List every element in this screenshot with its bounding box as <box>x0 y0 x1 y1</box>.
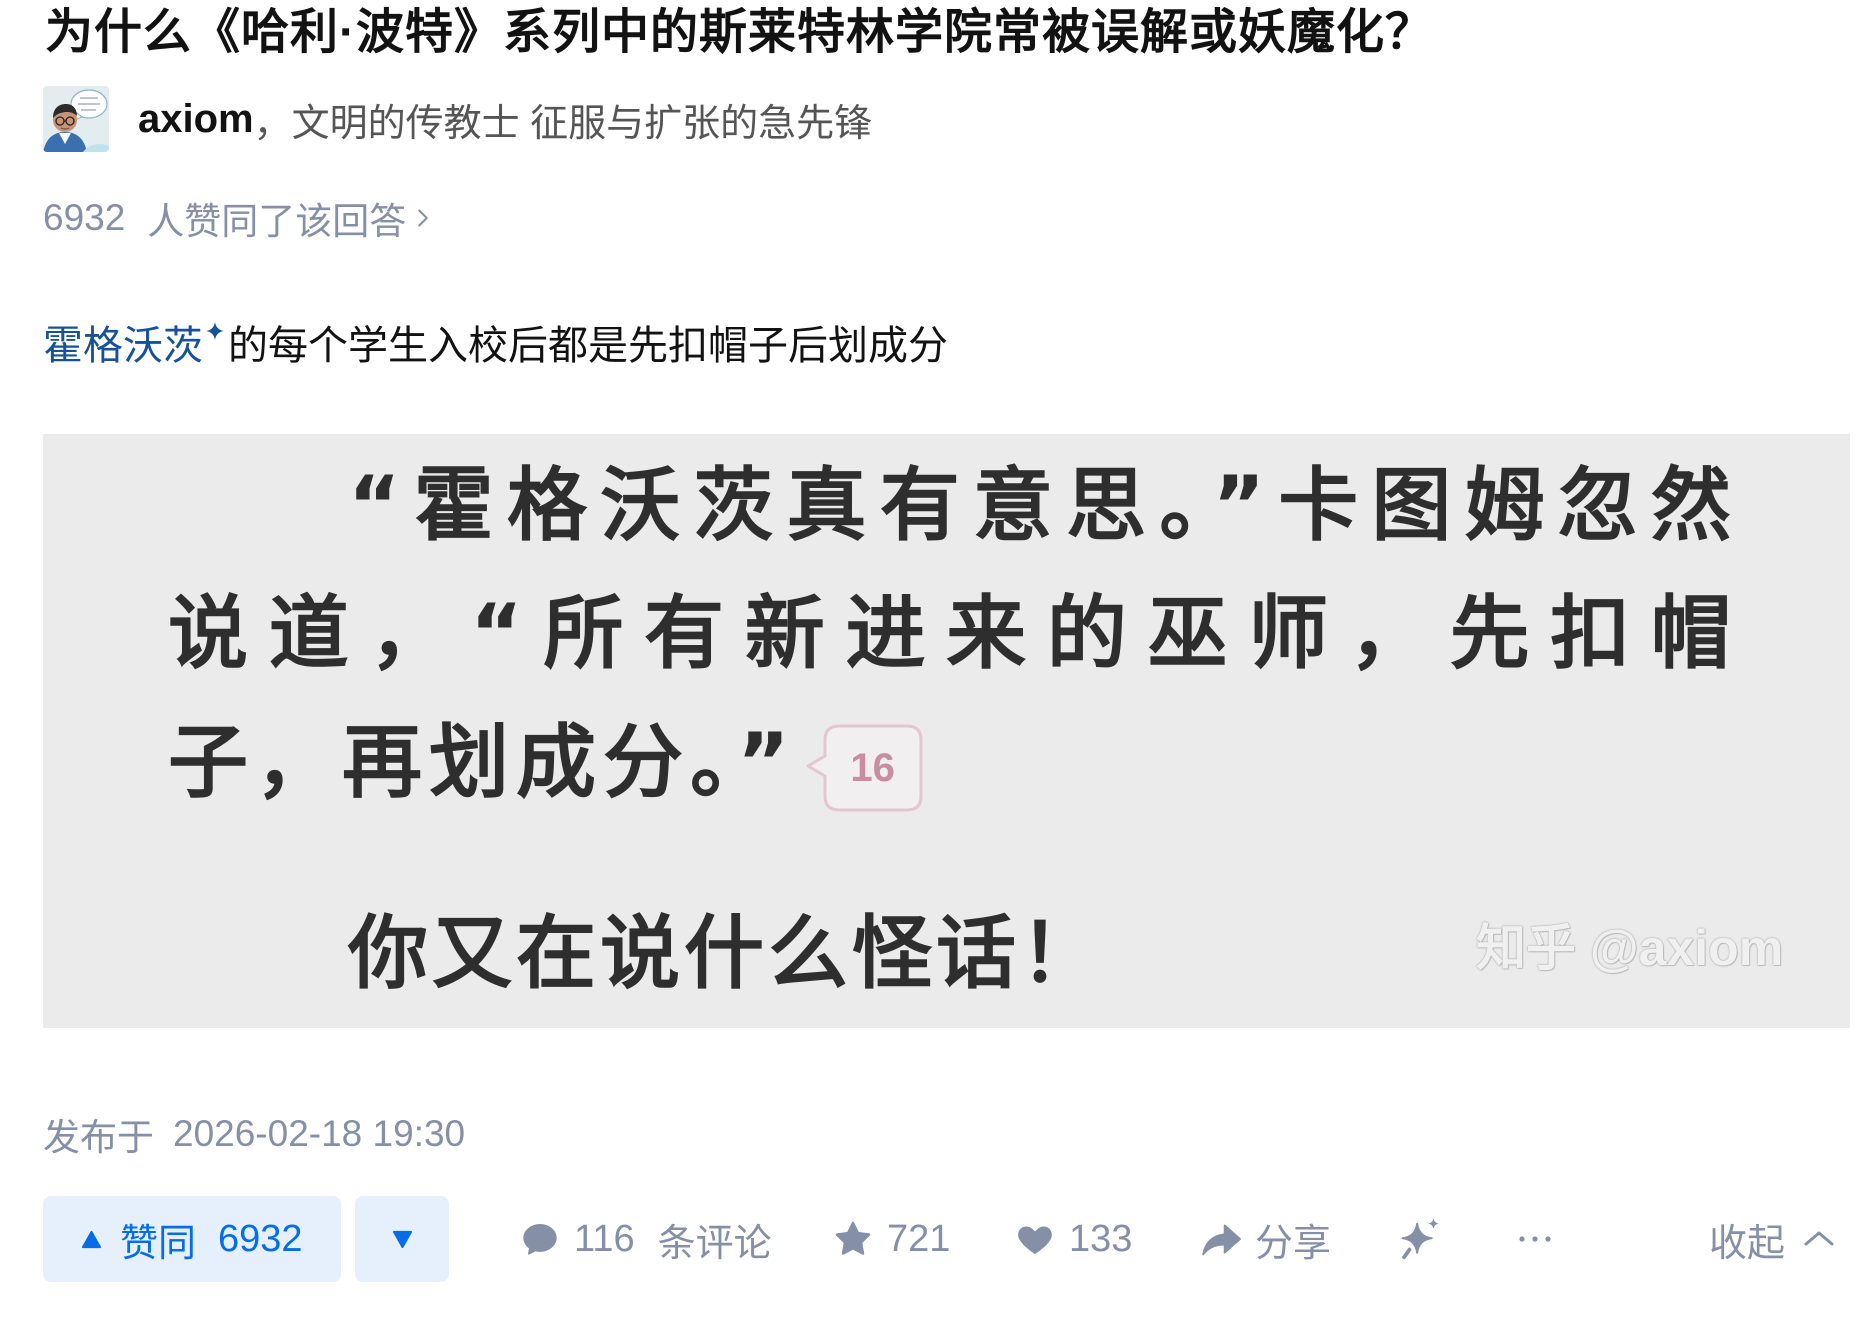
image-text-line-3-wrap: 子，再划成分。” 16 <box>168 713 925 813</box>
author-headline-separator: ， <box>253 102 292 145</box>
star-icon <box>835 1221 871 1255</box>
vote-up-label: 赞同 <box>120 1222 197 1265</box>
image-reply-line: 你又在说什么怪话！ <box>348 907 1104 1000</box>
sparkle-icon <box>206 322 224 340</box>
hogwarts-link[interactable]: 霍格沃茨 <box>43 313 203 371</box>
ai-assistant-button[interactable] <box>1398 1196 1444 1282</box>
more-button[interactable] <box>1518 1196 1552 1282</box>
publish-datetime: 2026-02-18 19:30 <box>173 1113 466 1154</box>
comments-button[interactable]: 116 条评论 <box>520 1196 772 1282</box>
answer-image[interactable]: “霍格沃茨真有意思。”卡图姆忽然 说道，“所有新进来的巫师，先扣帽 子，再划成分… <box>43 434 1850 1028</box>
author-text: axiom，文明的传教士 征服与扩张的急先锋 <box>138 86 872 152</box>
publish-label: 发布于 <box>43 1117 154 1158</box>
comments-label: 条评论 <box>657 1222 772 1265</box>
triangle-down-icon <box>392 1230 412 1248</box>
collapse-button[interactable]: 收起 <box>1709 1196 1836 1282</box>
share-button[interactable]: 分享 <box>1198 1196 1331 1282</box>
vote-up-count: 6932 <box>218 1217 303 1260</box>
author-info: axiom，文明的传教士 征服与扩张的急先锋 <box>43 86 872 152</box>
voteup-summary-count: 6932 <box>43 197 126 238</box>
avatar[interactable] <box>43 86 109 152</box>
comments-count: 116 <box>574 1217 635 1260</box>
avatar-image <box>43 86 109 152</box>
chevron-up-icon <box>1804 1231 1834 1246</box>
answer-text: 的每个学生入校后都是先扣帽子后划成分 <box>228 324 948 368</box>
question-title[interactable]: 为什么《哈利·波特》系列中的斯莱特林学院常被误解或妖魔化？ <box>45 5 1434 61</box>
sparkle-icon <box>1401 1218 1439 1260</box>
comment-icon <box>523 1224 557 1255</box>
image-comment-bubble: 16 <box>805 722 925 814</box>
author-headline: 文明的传教士 征服与扩张的急先锋 <box>291 102 873 145</box>
share-icon <box>1202 1224 1242 1256</box>
voteup-summary-label: 人赞同了该回答 <box>147 201 407 242</box>
likes-count: 133 <box>1069 1217 1133 1260</box>
image-text-line-3: 子，再划成分。” <box>168 716 797 809</box>
answer-paragraph: 霍格沃茨 的每个学生入校后都是先扣帽子后划成分 <box>43 316 948 368</box>
chevron-right-icon <box>418 209 429 227</box>
triangle-up-icon <box>81 1230 102 1248</box>
voteup-summary[interactable]: 6932 人赞同了该回答 <box>43 194 432 242</box>
image-text-line-1: “霍格沃茨真有意思。”卡图姆忽然 <box>348 459 1734 552</box>
author-name[interactable]: axiom <box>138 97 254 142</box>
favorites-count: 721 <box>887 1217 951 1260</box>
image-watermark: 知乎 @axiom <box>1476 920 1784 976</box>
more-icon <box>1519 1236 1551 1242</box>
heart-icon <box>1018 1226 1052 1254</box>
like-button[interactable]: 133 <box>1015 1196 1132 1282</box>
publish-time[interactable]: 发布于 2026-02-18 19:30 <box>43 1110 465 1158</box>
collapse-label: 收起 <box>1709 1222 1786 1265</box>
vote-up-button[interactable]: 赞同 6932 <box>43 1196 341 1282</box>
share-label: 分享 <box>1255 1222 1332 1265</box>
vote-down-button[interactable] <box>355 1196 449 1282</box>
image-text-line-2: 说道，“所有新进来的巫师，先扣帽 <box>168 587 1734 680</box>
image-comment-count: 16 <box>850 746 895 791</box>
favorite-button[interactable]: 721 <box>832 1196 950 1282</box>
